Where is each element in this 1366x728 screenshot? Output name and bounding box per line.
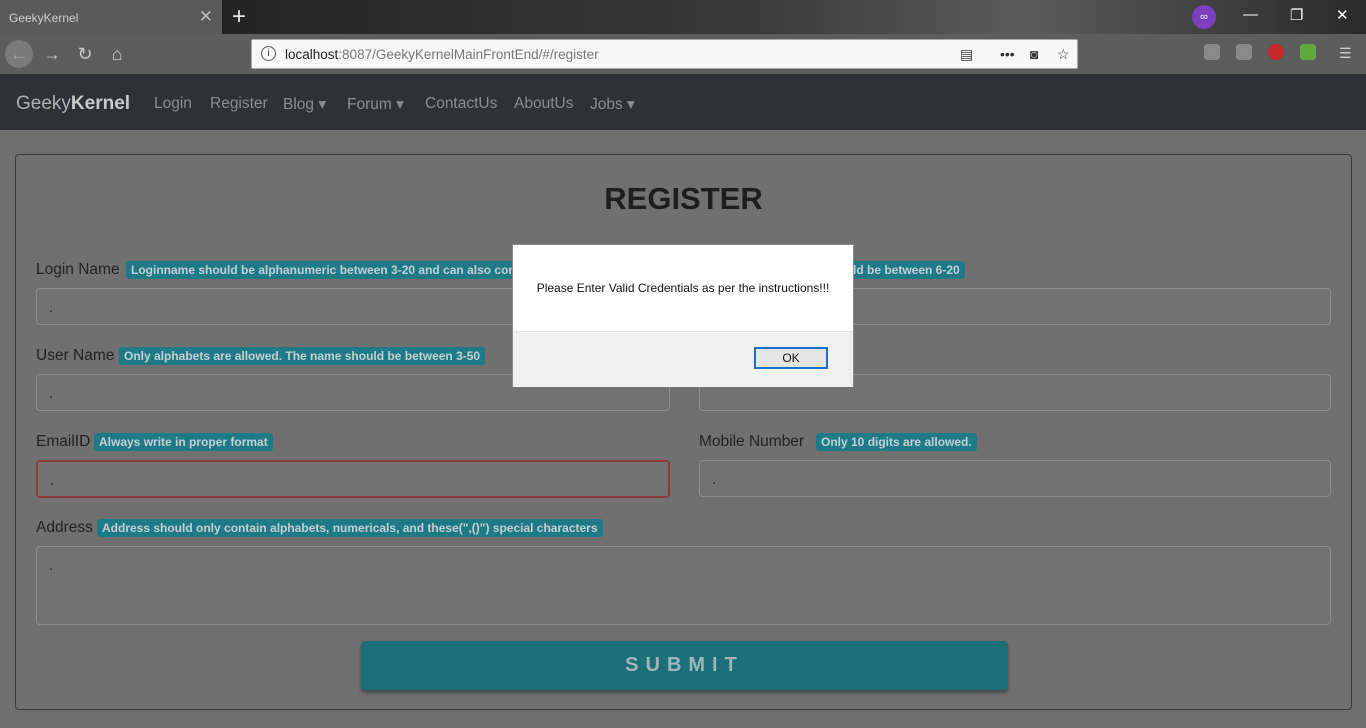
mobile-hint: Only 10 digits are allowed. [816,433,977,451]
menu-icon[interactable]: ☰ [1339,45,1352,62]
alert-dialog: Please Enter Valid Credentials as per th… [512,244,854,387]
private-browsing-icon: ∞ [1192,5,1216,29]
nav-jobs-dropdown[interactable]: Jobs ▾ [590,95,635,114]
page-title: REGISTER [604,181,763,216]
mobile-label: Mobile Number [699,433,805,450]
bookmark-star-icon[interactable]: ☆ [1057,46,1070,63]
url-text: localhost:8087/GeekyKernelMainFrontEnd/#… [285,47,599,62]
email-input[interactable]: . [36,460,670,498]
email-hint: Always write in proper format [94,433,273,451]
ublock-icon[interactable] [1268,44,1284,60]
page-actions-icon[interactable]: ••• [1000,46,1015,62]
back-button[interactable]: ← [5,40,33,68]
close-window-button[interactable]: ✕ [1336,6,1349,24]
pocket-icon[interactable]: ◙ [1030,46,1038,62]
site-brand[interactable]: GeekyKernel [16,93,130,115]
ok-button[interactable]: OK [754,347,828,369]
browser-tab-strip: GeekyKernel ✕ + ∞ — ❐ ✕ [0,0,1366,34]
info-icon[interactable]: i [261,46,276,61]
mobile-input[interactable]: . [699,460,1331,497]
address-textarea[interactable]: . [36,546,1331,625]
nav-login[interactable]: Login [154,95,192,113]
alert-message: Please Enter Valid Credentials as per th… [536,281,830,295]
password-hint: ld be between 6-20 [848,261,965,279]
nav-register[interactable]: Register [210,95,268,113]
reader-view-icon[interactable]: ▤ [960,46,973,63]
forward-button[interactable]: → [38,40,66,68]
register-card: REGISTER Login Name Loginname should be … [15,154,1352,710]
sidebar-icon[interactable] [1236,44,1252,60]
site-navbar: GeekyKernel Login Register Blog ▾ Forum … [0,74,1366,130]
reload-button[interactable]: ↻ [71,40,99,68]
library-icon[interactable] [1204,44,1220,60]
browser-tab[interactable]: GeekyKernel ✕ [0,0,222,34]
tab-title: GeekyKernel [9,11,79,25]
nav-blog-dropdown[interactable]: Blog ▾ [283,95,326,114]
address-hint: Address should only contain alphabets, n… [97,519,603,537]
nav-aboutus[interactable]: AboutUs [514,95,573,113]
nav-contactus[interactable]: ContactUs [425,95,497,113]
user-name-label: User Name [36,347,115,364]
login-name-label: Login Name [36,261,120,278]
extension-icon[interactable] [1300,44,1316,60]
home-button[interactable]: ⌂ [103,40,131,68]
restore-button[interactable]: ❐ [1290,6,1303,24]
nav-forum-dropdown[interactable]: Forum ▾ [347,95,404,114]
login-name-hint: Loginname should be alphanumeric between… [126,261,532,279]
minimize-button[interactable]: — [1243,6,1258,23]
browser-toolbar: ← → ↻ ⌂ i localhost:8087/GeekyKernelMain… [0,34,1366,74]
new-tab-button[interactable]: + [232,3,246,31]
address-label: Address [36,519,93,536]
user-name-hint: Only alphabets are allowed. The name sho… [119,347,486,365]
alert-footer: OK [513,331,853,387]
tab-close-icon[interactable]: ✕ [199,7,213,27]
page-content: REGISTER Login Name Loginname should be … [0,130,1366,728]
submit-button[interactable]: SUBMIT [361,641,1008,690]
address-bar[interactable]: i localhost:8087/GeekyKernelMainFrontEnd… [251,39,1078,69]
email-label: EmailID [36,433,91,450]
